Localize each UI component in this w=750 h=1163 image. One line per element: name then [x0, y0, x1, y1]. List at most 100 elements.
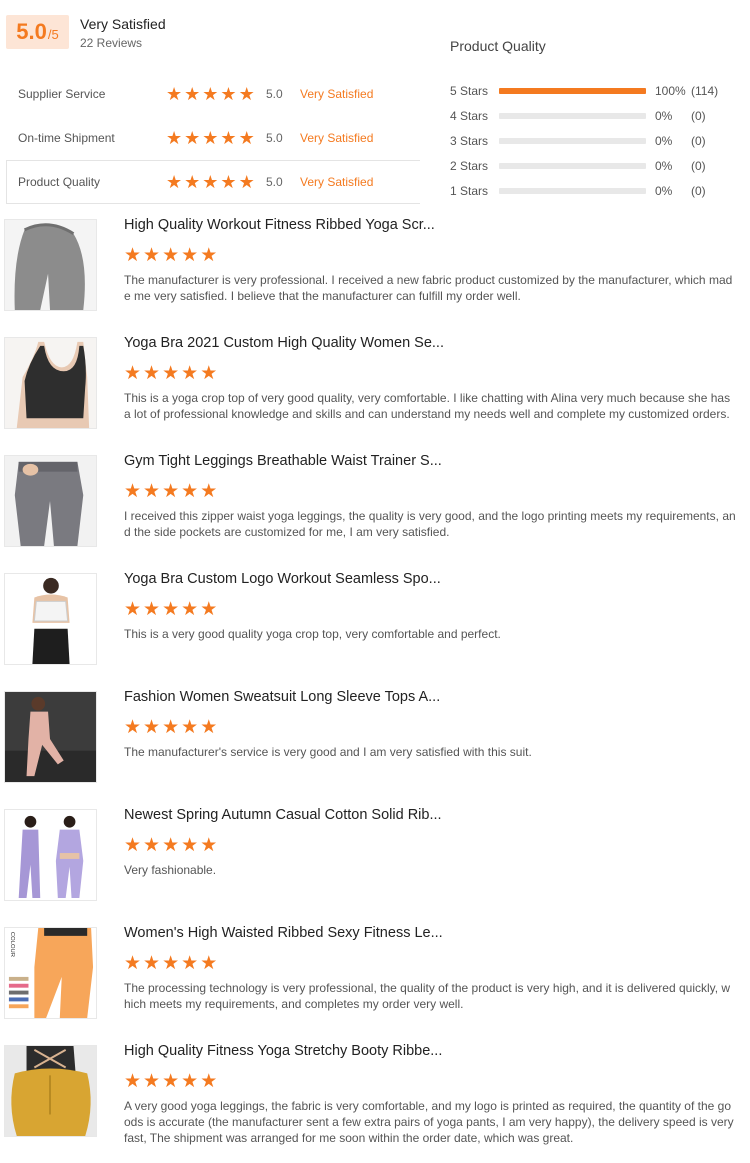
review-product-title[interactable]: High Quality Workout Fitness Ribbed Yoga… [124, 217, 435, 233]
star-icon: ★ [162, 835, 180, 856]
review-text: The processing technology is very profes… [124, 981, 731, 1011]
rating-row-supplier-service[interactable]: Supplier Service ★ ★ ★ ★ ★ 5.0 Very Satisfie… [6, 72, 420, 116]
product-thumbnail[interactable] [4, 455, 97, 547]
product-thumbnail[interactable] [4, 691, 97, 783]
star-icon: ★ [200, 245, 218, 266]
overall-score-badge: 5.0 /5 [6, 15, 69, 49]
review-product-title[interactable]: Fashion Women Sweatsuit Long Sleeve Tops… [124, 689, 440, 705]
star-icon: ★ [238, 172, 255, 192]
star-icon: ★ [181, 717, 199, 738]
star-icon: ★ [124, 835, 142, 856]
review-star-rating: ★ ★ ★ ★ ★ [124, 1072, 217, 1091]
star-icon: ★ [143, 245, 161, 266]
star-icon: ★ [200, 835, 218, 856]
star-icon: ★ [162, 599, 180, 620]
rating-row-on-time-shipment[interactable]: On-time Shipment ★ ★ ★ ★ ★ 5.0 Very Satisfie… [6, 116, 420, 160]
product-thumbnail[interactable] [4, 573, 97, 665]
overall-score: 5.0 [16, 19, 47, 44]
review-text: Very fashionable. [124, 863, 217, 877]
product-thumbnail[interactable] [4, 337, 97, 429]
star-icon: ★ [143, 953, 161, 974]
star-rating: ★ ★ ★ ★ ★ [166, 85, 266, 103]
star-icon: ★ [124, 363, 142, 384]
star-icon: ★ [143, 599, 161, 620]
star-icon: ★ [143, 363, 161, 384]
product-thumbnail[interactable]: COLOUR [4, 927, 97, 1019]
star-icon: ★ [200, 953, 218, 974]
star-icon: ★ [200, 599, 218, 620]
star-icon: ★ [202, 172, 219, 192]
product-thumbnail[interactable] [4, 809, 97, 901]
distribution-count: (0) [691, 158, 706, 173]
star-icon: ★ [181, 245, 199, 266]
star-icon: ★ [184, 84, 201, 104]
review-text: The manufacturer is very professional. I… [124, 273, 733, 303]
review-star-rating: ★ ★ ★ ★ ★ [124, 718, 217, 737]
product-thumbnail[interactable] [4, 219, 97, 311]
star-icon: ★ [124, 245, 142, 266]
distribution-row-5: 5 Stars 100% (114) [450, 78, 740, 103]
review-star-rating: ★ ★ ★ ★ ★ [124, 954, 217, 973]
star-icon: ★ [124, 1071, 142, 1092]
rating-text: Very Satisfied [300, 87, 374, 101]
review-product-title[interactable]: Yoga Bra Custom Logo Workout Seamless Sp… [124, 571, 441, 587]
distribution-label: 3 Stars [450, 133, 489, 148]
star-icon: ★ [143, 1071, 161, 1092]
star-icon: ★ [124, 953, 142, 974]
review-count: 22 Reviews [80, 36, 143, 50]
star-icon: ★ [181, 481, 199, 502]
star-icon: ★ [202, 128, 219, 148]
distribution-label: 5 Stars [450, 83, 489, 98]
rating-value: 5.0 [266, 87, 283, 101]
star-icon: ★ [181, 599, 199, 620]
distribution-bar [499, 187, 646, 194]
rating-text: Very Satisfied [300, 175, 374, 189]
star-icon: ★ [124, 599, 142, 620]
review-text: I received this zipper waist yoga leggin… [124, 509, 736, 539]
star-icon: ★ [166, 128, 183, 148]
star-icon: ★ [181, 1071, 199, 1092]
review-product-title[interactable]: Gym Tight Leggings Breathable Waist Trai… [124, 453, 442, 469]
review-text: A very good yoga leggings, the fabric is… [124, 1099, 734, 1145]
star-icon: ★ [220, 128, 237, 148]
distribution-label: 2 Stars [450, 158, 489, 173]
star-icon: ★ [238, 128, 255, 148]
review-item: Fashion Women Sweatsuit Long Sleeve Tops… [0, 689, 750, 809]
star-rating: ★ ★ ★ ★ ★ [166, 173, 266, 191]
review-star-rating: ★ ★ ★ ★ ★ [124, 246, 217, 265]
rating-label: Supplier Service [18, 87, 106, 101]
rating-label: Product Quality [18, 175, 101, 189]
distribution-bar [499, 87, 646, 94]
review-star-rating: ★ ★ ★ ★ ★ [124, 364, 217, 383]
product-thumbnail[interactable] [4, 1045, 97, 1137]
distribution-percent: 0% [655, 133, 673, 148]
star-icon: ★ [181, 363, 199, 384]
star-icon: ★ [200, 481, 218, 502]
rating-row-product-quality[interactable]: Product Quality ★ ★ ★ ★ ★ 5.0 Very Satisfied [6, 160, 420, 204]
star-icon: ★ [162, 245, 180, 266]
star-icon: ★ [220, 84, 237, 104]
star-icon: ★ [200, 717, 218, 738]
review-item: Newest Spring Autumn Casual Cotton Solid… [0, 807, 750, 927]
star-icon: ★ [200, 363, 218, 384]
review-text: This is a yoga crop top of very good qua… [124, 391, 731, 421]
review-text: This is a very good quality yoga crop to… [124, 627, 501, 641]
distribution-row-2: 2 Stars 0% (0) [450, 153, 740, 178]
rating-value: 5.0 [266, 131, 283, 145]
review-product-title[interactable]: Yoga Bra 2021 Custom High Quality Women … [124, 335, 444, 351]
product-quality-title: Product Quality [450, 38, 546, 54]
distribution-count: (0) [691, 183, 706, 198]
review-product-title[interactable]: Newest Spring Autumn Casual Cotton Solid… [124, 807, 442, 823]
review-product-title[interactable]: Women's High Waisted Ribbed Sexy Fitness… [124, 925, 443, 941]
star-icon: ★ [143, 835, 161, 856]
product-quality-distribution: 5 Stars 100% (114) 4 Stars 0% (0) 3 Star… [450, 78, 740, 203]
review-product-title[interactable]: High Quality Fitness Yoga Stretchy Booty… [124, 1043, 442, 1059]
star-icon: ★ [184, 128, 201, 148]
distribution-count: (0) [691, 108, 706, 123]
distribution-row-4: 4 Stars 0% (0) [450, 103, 740, 128]
distribution-row-3: 3 Stars 0% (0) [450, 128, 740, 153]
star-icon: ★ [162, 953, 180, 974]
star-icon: ★ [124, 481, 142, 502]
star-icon: ★ [162, 1071, 180, 1092]
review-item: Yoga Bra Custom Logo Workout Seamless Sp… [0, 571, 750, 691]
